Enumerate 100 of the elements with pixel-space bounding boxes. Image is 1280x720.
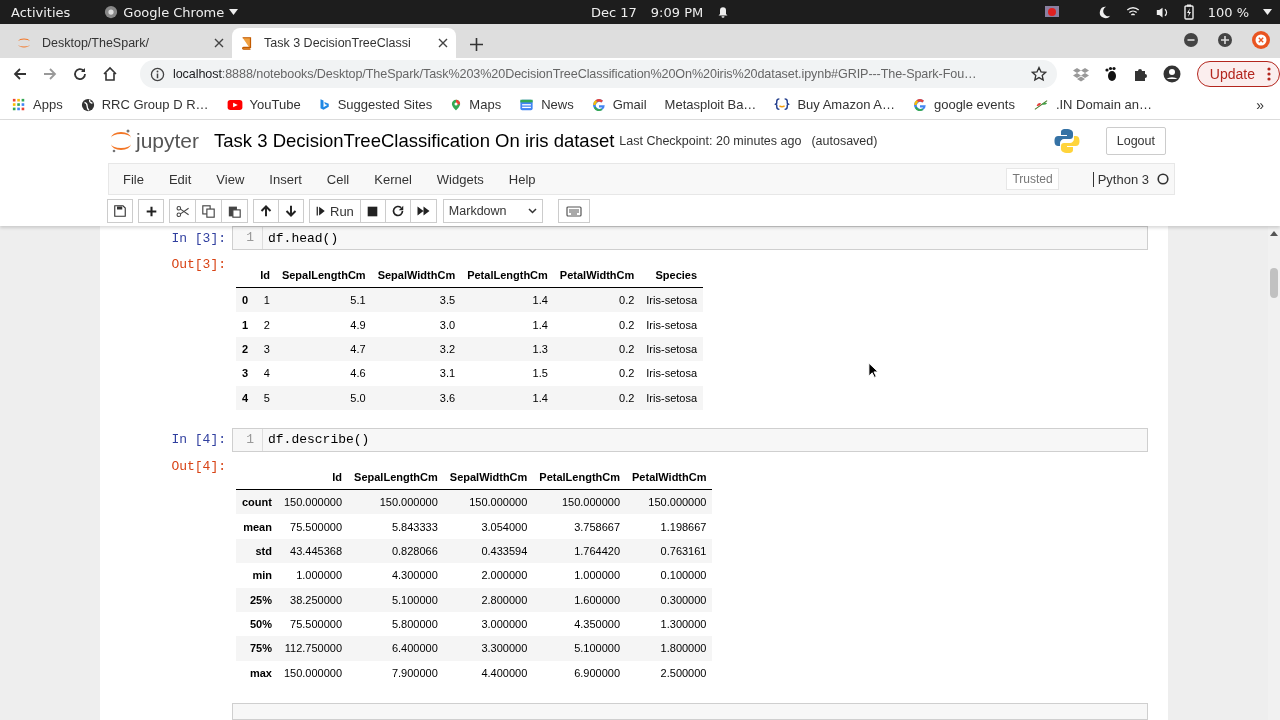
paste-button[interactable] bbox=[221, 199, 248, 223]
table-cell: 0.2 bbox=[553, 287, 641, 313]
dropbox-icon[interactable] bbox=[1072, 66, 1089, 82]
bookmark-link[interactable]: google events bbox=[933, 97, 1015, 112]
notebook-title[interactable]: Task 3 DecisionTreeClassification On iris dataset bbox=[214, 130, 615, 152]
bookmark-link[interactable]: Gmail bbox=[612, 97, 647, 112]
table-cell: Iris-setosa bbox=[640, 361, 704, 386]
save-button[interactable] bbox=[107, 199, 133, 223]
column-header: PetalWidthCm bbox=[626, 464, 713, 490]
address-field[interactable]: localhost:8888/notebooks/Desktop/TheSpark/Task%203%20DecisionTreeClassification%20On%20iris%20dataset.ipynb#GRIP---The-Spark-Fou… bbox=[140, 60, 1057, 88]
bookmark-link[interactable]: YouTube bbox=[249, 97, 301, 112]
forward-icon[interactable] bbox=[42, 66, 58, 82]
run-all-button[interactable] bbox=[409, 199, 437, 223]
fast-forward-icon bbox=[416, 205, 430, 217]
braces-icon bbox=[774, 97, 791, 112]
table-cell: 38.250000 bbox=[277, 587, 349, 612]
table-cell: 150.000000 bbox=[348, 489, 444, 515]
minimize-icon[interactable] bbox=[1184, 33, 1198, 47]
clock-date[interactable]: Dec 17 bbox=[591, 4, 637, 20]
copy-icon bbox=[202, 204, 215, 218]
move-down-button[interactable] bbox=[278, 199, 304, 223]
home-icon[interactable] bbox=[102, 66, 118, 82]
column-header: Id bbox=[254, 263, 276, 288]
table-cell: 0.100000 bbox=[626, 563, 713, 588]
play-icon bbox=[226, 98, 243, 111]
close-icon[interactable] bbox=[438, 38, 448, 48]
more-bookmarks-button[interactable]: » bbox=[1256, 96, 1264, 113]
reload-icon[interactable] bbox=[72, 66, 88, 82]
stop-button[interactable] bbox=[359, 199, 386, 223]
star-icon[interactable] bbox=[1030, 66, 1047, 82]
table-cell: 75.500000 bbox=[277, 514, 349, 539]
code-cell[interactable]: 1 df.head() bbox=[232, 226, 1148, 250]
bookmark-link[interactable]: Maps bbox=[469, 97, 502, 112]
plus-icon bbox=[145, 205, 157, 217]
activities-button[interactable]: Activities bbox=[11, 4, 71, 20]
caret-icon bbox=[229, 9, 239, 15]
table-cell: 3.758667 bbox=[533, 514, 626, 539]
table-cell: 1.4 bbox=[461, 385, 554, 410]
arrow-up-icon bbox=[260, 205, 272, 217]
bookmark-link[interactable]: Buy Amazon A… bbox=[797, 97, 895, 112]
run-button[interactable]: Run bbox=[309, 199, 361, 223]
code-cell[interactable] bbox=[232, 703, 1148, 720]
keyboard-shortcuts-button[interactable] bbox=[557, 199, 590, 223]
kebab-menu-icon bbox=[1267, 67, 1271, 81]
copy-button[interactable] bbox=[195, 199, 222, 223]
app-menu[interactable]: Google Chrome bbox=[123, 4, 225, 20]
clock-time[interactable]: 9:09 PM bbox=[650, 4, 704, 20]
move-up-button[interactable] bbox=[253, 199, 279, 223]
chevron-down-icon bbox=[527, 208, 537, 214]
scrollbar-thumb[interactable] bbox=[1270, 268, 1278, 298]
profile-icon[interactable] bbox=[1162, 65, 1181, 83]
code-cell[interactable]: 1 df.describe() bbox=[232, 427, 1148, 452]
table-cell: Iris-setosa bbox=[640, 336, 704, 362]
restart-button[interactable] bbox=[384, 199, 411, 223]
bookmark-link[interactable]: Suggested Sites bbox=[337, 97, 433, 112]
column-header: SepalWidthCm bbox=[443, 464, 534, 490]
browser-tab[interactable]: Task 3 DecisionTreeClassi bbox=[232, 28, 456, 58]
menu-item[interactable]: Kernel bbox=[364, 171, 424, 187]
browser-tab[interactable]: Desktop/TheSpark/ bbox=[8, 28, 232, 58]
battery-icon bbox=[1183, 4, 1194, 20]
insert-cell-button[interactable] bbox=[138, 199, 164, 223]
bookmark-link[interactable]: Metasploit Ba… bbox=[664, 97, 757, 112]
bookmark-link[interactable]: Apps bbox=[33, 97, 63, 112]
jupyter-logo-icon bbox=[110, 128, 132, 154]
table-cell: 150.000000 bbox=[533, 489, 626, 515]
input-prompt: In [4]: bbox=[170, 432, 227, 448]
menu-item[interactable]: View bbox=[206, 171, 257, 187]
cell-type-dropdown[interactable]: Markdown bbox=[442, 199, 543, 223]
menu-item[interactable]: Insert bbox=[259, 171, 314, 187]
row-index: 2 bbox=[236, 336, 255, 362]
battery-percentage[interactable]: 100 % bbox=[1207, 4, 1249, 20]
menu-item[interactable]: File bbox=[113, 171, 156, 187]
bookmark-link[interactable]: RRC Group D R… bbox=[101, 97, 209, 112]
table-cell: 1.4 bbox=[461, 312, 554, 337]
jupyter-logo-text[interactable]: jupyter bbox=[136, 129, 200, 153]
row-index: 0 bbox=[236, 287, 255, 313]
trusted-button[interactable]: Trusted bbox=[1006, 168, 1059, 190]
bookmark-link[interactable]: News bbox=[541, 97, 574, 112]
screen-recorder-icon bbox=[1043, 4, 1060, 20]
new-tab-icon[interactable] bbox=[470, 38, 483, 51]
mouse-pointer-icon bbox=[868, 362, 879, 379]
table-cell: 3.300000 bbox=[443, 636, 534, 661]
maximize-icon[interactable] bbox=[1218, 33, 1232, 47]
menu-item[interactable]: Help bbox=[498, 171, 548, 187]
menu-item[interactable]: Widgets bbox=[426, 171, 496, 187]
back-icon[interactable] bbox=[12, 66, 28, 82]
puzzle-icon[interactable] bbox=[1132, 66, 1149, 82]
cut-button[interactable] bbox=[169, 199, 196, 223]
table-cell: 4.300000 bbox=[348, 563, 444, 588]
kernel-name[interactable]: Python 3 bbox=[1092, 171, 1149, 187]
menu-item[interactable]: Cell bbox=[316, 171, 362, 187]
close-icon[interactable] bbox=[214, 38, 224, 48]
table-cell: 4.6 bbox=[275, 361, 372, 386]
bookmark-link[interactable]: .IN Domain an… bbox=[1055, 97, 1152, 112]
table-cell: 0.828066 bbox=[348, 538, 444, 564]
logout-button[interactable]: Logout bbox=[1105, 127, 1166, 155]
menu-item[interactable]: Edit bbox=[158, 171, 204, 187]
update-button[interactable]: Update bbox=[1196, 61, 1280, 87]
kernel-idle-icon bbox=[1157, 173, 1169, 185]
scroll-up-icon bbox=[1270, 230, 1278, 236]
